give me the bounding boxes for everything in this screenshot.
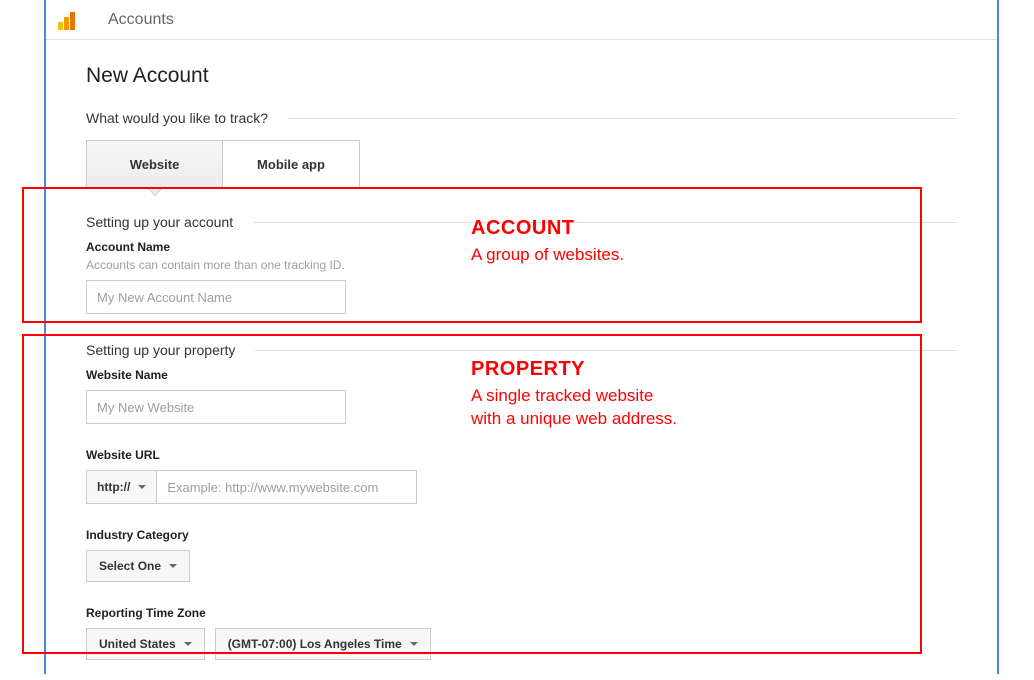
- track-question: What would you like to track?: [86, 110, 957, 126]
- caret-down-icon: [138, 485, 146, 489]
- timezone-country-dropdown[interactable]: United States: [86, 628, 205, 660]
- toggle-website-label: Website: [130, 157, 180, 172]
- website-url-input[interactable]: [157, 470, 417, 504]
- annotation-account: ACCOUNT A group of websites.: [471, 217, 624, 267]
- reporting-timezone-label: Reporting Time Zone: [86, 606, 957, 620]
- timezone-dropdown[interactable]: (GMT-07:00) Los Angeles Time: [215, 628, 431, 660]
- annotation-account-body: A group of websites.: [471, 244, 624, 267]
- caret-down-icon: [184, 642, 192, 646]
- header-bar: Accounts: [46, 0, 997, 40]
- website-name-input[interactable]: [86, 390, 346, 424]
- industry-category-value: Select One: [99, 559, 161, 573]
- caret-down-icon: [410, 642, 418, 646]
- track-type-toggle: Website Mobile app: [86, 140, 957, 188]
- annotation-property-title: PROPERTY: [471, 358, 677, 381]
- toggle-mobile-app[interactable]: Mobile app: [223, 140, 360, 188]
- property-section-header: Setting up your property: [86, 342, 957, 358]
- toggle-website[interactable]: Website: [86, 140, 223, 188]
- page-container: Accounts New Account What would you like…: [44, 0, 999, 674]
- page-title: New Account: [86, 64, 957, 88]
- caret-down-icon: [169, 564, 177, 568]
- header-title: Accounts: [108, 11, 174, 29]
- account-name-input[interactable]: [86, 280, 346, 314]
- toggle-mobile-label: Mobile app: [257, 157, 325, 172]
- timezone-value: (GMT-07:00) Los Angeles Time: [228, 637, 402, 651]
- analytics-logo-icon: [58, 10, 78, 30]
- annotation-property: PROPERTY A single tracked website with a…: [471, 358, 677, 431]
- protocol-value: http://: [97, 480, 130, 494]
- track-question-text: What would you like to track?: [86, 110, 268, 126]
- website-url-label: Website URL: [86, 448, 957, 462]
- annotation-account-title: ACCOUNT: [471, 217, 624, 240]
- industry-category-label: Industry Category: [86, 528, 957, 542]
- property-section-title: Setting up your property: [86, 342, 235, 358]
- protocol-dropdown[interactable]: http://: [86, 470, 157, 504]
- annotation-property-body: A single tracked website with a unique w…: [471, 385, 677, 431]
- industry-category-dropdown[interactable]: Select One: [86, 550, 190, 582]
- timezone-country-value: United States: [99, 637, 176, 651]
- account-section-title: Setting up your account: [86, 214, 233, 230]
